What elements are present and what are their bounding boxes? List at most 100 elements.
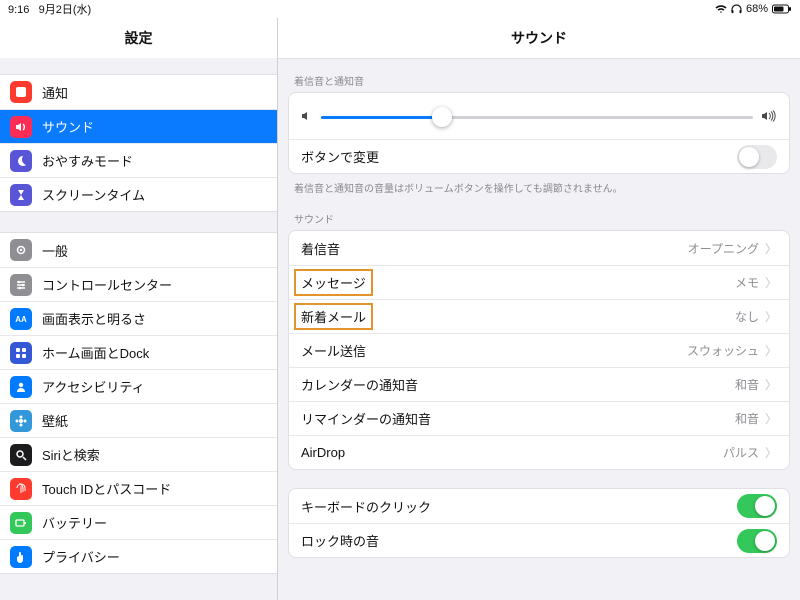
toggle-label: キーボードのクリック bbox=[301, 497, 431, 516]
ring-caption: 着信音と通知音 bbox=[278, 59, 800, 92]
toggles-panel: キーボードのクリックロック時の音 bbox=[288, 488, 790, 558]
sound-row[interactable]: メール送信 スウォッシュ〉 bbox=[289, 333, 789, 367]
sound-label: 着信音 bbox=[301, 239, 340, 258]
sound-row[interactable]: AirDrop パルス〉 bbox=[289, 435, 789, 469]
sidebar-item-label: ホーム画面とDock bbox=[42, 343, 149, 362]
sound-label: 新着メール bbox=[297, 306, 370, 327]
chevron-right-icon: 〉 bbox=[765, 274, 777, 291]
hourglass-icon bbox=[10, 184, 32, 206]
sound-row[interactable]: カレンダーの通知音 和音〉 bbox=[289, 367, 789, 401]
sound-label: メッセージ bbox=[297, 272, 370, 293]
sidebar-item-label: おやすみモード bbox=[42, 151, 133, 170]
person-icon bbox=[10, 376, 32, 398]
sidebar-item-label: Siriと検索 bbox=[42, 445, 100, 464]
sound-value: メモ bbox=[735, 274, 759, 291]
sidebar-item-sliders[interactable]: コントロールセンター bbox=[0, 267, 277, 301]
chevron-right-icon: 〉 bbox=[765, 240, 777, 257]
toggle-row[interactable]: キーボードのクリック bbox=[289, 489, 789, 523]
sidebar-title: 設定 bbox=[0, 18, 277, 58]
sidebar-item-flower[interactable]: 壁紙 bbox=[0, 403, 277, 437]
speaker-min-icon bbox=[301, 110, 313, 125]
gear-icon bbox=[10, 239, 32, 261]
chevron-right-icon: 〉 bbox=[765, 342, 777, 359]
chevron-right-icon: 〉 bbox=[765, 308, 777, 325]
sidebar-item-label: サウンド bbox=[42, 117, 94, 136]
ring-footer: 着信音と通知音の音量はボリュームボタンを操作しても調節されません。 bbox=[278, 174, 800, 197]
sidebar-item-finger[interactable]: Touch IDとパスコード bbox=[0, 471, 277, 505]
change-with-buttons-label: ボタンで変更 bbox=[301, 147, 379, 166]
sounds-panel: 着信音オープニング〉メッセージメモ〉新着メールなし〉メール送信スウォッシュ〉カレ… bbox=[288, 230, 790, 470]
chevron-right-icon: 〉 bbox=[765, 376, 777, 393]
sidebar-item-label: Touch IDとパスコード bbox=[42, 479, 171, 498]
battery-pct: 68% bbox=[746, 3, 768, 15]
wifi-icon bbox=[715, 4, 727, 14]
sound-label: カレンダーの通知音 bbox=[301, 375, 418, 394]
moon-icon bbox=[10, 150, 32, 172]
ring-panel: ボタンで変更 bbox=[288, 92, 790, 174]
svg-text:AA: AA bbox=[15, 315, 27, 324]
hand-icon bbox=[10, 546, 32, 568]
sidebar-item-hand[interactable]: プライバシー bbox=[0, 539, 277, 573]
sidebar-item-aa[interactable]: AA 画面表示と明るさ bbox=[0, 301, 277, 335]
sidebar-item-label: バッテリー bbox=[42, 513, 107, 532]
toggle-switch[interactable] bbox=[737, 494, 777, 518]
sidebar-item-battery[interactable]: バッテリー bbox=[0, 505, 277, 539]
speaker-icon bbox=[10, 116, 32, 138]
sidebar-item-label: アクセシビリティ bbox=[42, 377, 145, 396]
toggle-switch[interactable] bbox=[737, 529, 777, 553]
headphones-icon bbox=[731, 4, 742, 14]
sidebar-item-label: 壁紙 bbox=[42, 411, 68, 430]
grid-icon bbox=[10, 342, 32, 364]
battery-icon bbox=[772, 4, 792, 14]
bell-icon bbox=[10, 81, 32, 103]
sidebar-item-label: 一般 bbox=[42, 241, 68, 260]
sound-label: メール送信 bbox=[301, 341, 366, 360]
sound-value: スウォッシュ bbox=[687, 342, 759, 359]
speaker-max-icon bbox=[761, 110, 777, 125]
sounds-caption: サウンド bbox=[278, 197, 800, 230]
sound-value: オープニング bbox=[688, 240, 759, 257]
detail-title: サウンド bbox=[278, 18, 800, 59]
sound-value: 和音 bbox=[735, 410, 759, 427]
sound-value: パルス bbox=[723, 444, 759, 461]
sidebar-item-speaker[interactable]: サウンド bbox=[0, 109, 277, 143]
chevron-right-icon: 〉 bbox=[765, 410, 777, 427]
settings-sidebar: 設定 通知サウンドおやすみモードスクリーンタイム一般コントロールセンター AA 画面… bbox=[0, 18, 278, 600]
chevron-right-icon: 〉 bbox=[765, 444, 777, 461]
sound-value: 和音 bbox=[735, 376, 759, 393]
sidebar-item-gear[interactable]: 一般 bbox=[0, 233, 277, 267]
sidebar-item-label: 通知 bbox=[42, 83, 68, 102]
status-time: 9:16 bbox=[8, 4, 29, 16]
toggle-label: ロック時の音 bbox=[301, 531, 379, 550]
sidebar-item-grid[interactable]: ホーム画面とDock bbox=[0, 335, 277, 369]
search-icon bbox=[10, 444, 32, 466]
sidebar-item-bell[interactable]: 通知 bbox=[0, 75, 277, 109]
sidebar-item-moon[interactable]: おやすみモード bbox=[0, 143, 277, 177]
status-left: 9:16 9月2日(水) bbox=[8, 1, 91, 17]
ringer-slider[interactable] bbox=[321, 116, 753, 119]
sidebar-item-hourglass[interactable]: スクリーンタイム bbox=[0, 177, 277, 211]
aa-icon: AA bbox=[10, 308, 32, 330]
change-with-buttons-row[interactable]: ボタンで変更 bbox=[289, 139, 789, 173]
finger-icon bbox=[10, 478, 32, 500]
detail-pane: サウンド 着信音と通知音 ボタンで変更 bbox=[278, 18, 800, 600]
change-with-buttons-switch[interactable] bbox=[737, 145, 777, 169]
status-right: 68% bbox=[715, 3, 792, 15]
sliders-icon bbox=[10, 274, 32, 296]
toggle-row[interactable]: ロック時の音 bbox=[289, 523, 789, 557]
sound-row[interactable]: 新着メール なし〉 bbox=[289, 299, 789, 333]
sidebar-item-label: コントロールセンター bbox=[42, 275, 172, 294]
sound-label: AirDrop bbox=[301, 445, 345, 460]
sound-value: なし bbox=[735, 308, 759, 325]
sound-label: リマインダーの通知音 bbox=[301, 409, 431, 428]
battery-icon bbox=[10, 512, 32, 534]
sidebar-item-person[interactable]: アクセシビリティ bbox=[0, 369, 277, 403]
sidebar-item-label: スクリーンタイム bbox=[42, 185, 145, 204]
sidebar-item-label: 画面表示と明るさ bbox=[42, 309, 146, 328]
sidebar-item-label: プライバシー bbox=[42, 547, 120, 566]
sidebar-item-search[interactable]: Siriと検索 bbox=[0, 437, 277, 471]
sound-row[interactable]: リマインダーの通知音 和音〉 bbox=[289, 401, 789, 435]
flower-icon bbox=[10, 410, 32, 432]
sound-row[interactable]: 着信音 オープニング〉 bbox=[289, 231, 789, 265]
sound-row[interactable]: メッセージ メモ〉 bbox=[289, 265, 789, 299]
